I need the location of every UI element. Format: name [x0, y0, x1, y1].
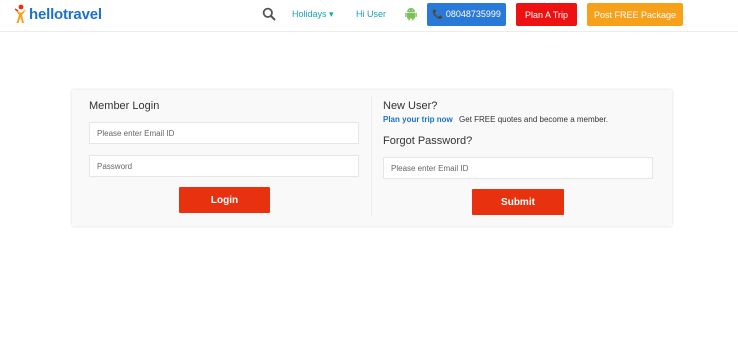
login-button[interactable]: Login [179, 187, 270, 213]
submit-button[interactable]: Submit [472, 189, 564, 215]
login-password-input[interactable] [89, 155, 359, 177]
plan-a-trip-button[interactable]: Plan A Trip [516, 3, 577, 26]
nav-hi-user[interactable]: Hi User [356, 9, 386, 19]
new-user-note: Plan your trip now Get FREE quotes and b… [383, 115, 608, 124]
plan-your-trip-link[interactable]: Plan your trip now [383, 115, 453, 124]
brand-logo[interactable]: hellotravel [14, 3, 102, 25]
post-free-package-button[interactable]: Post FREE Package [587, 3, 683, 26]
travel-person-icon [14, 4, 26, 23]
forgot-password-title: Forgot Password? [383, 135, 473, 147]
nav-holidays-dropdown[interactable]: Holidays ▾ [292, 9, 334, 20]
login-email-input[interactable] [89, 122, 359, 144]
phone-button[interactable]: 📞 08048735999 [427, 3, 506, 26]
android-icon[interactable] [405, 7, 417, 21]
top-header: hellotravel Holidays ▾ Hi User 📞 0804873… [0, 0, 738, 32]
search-icon[interactable] [262, 7, 276, 21]
new-user-description: Get FREE quotes and become a member. [459, 115, 608, 124]
member-login-title: Member Login [89, 100, 160, 112]
card-divider [371, 96, 372, 216]
new-user-title: New User? [383, 100, 438, 112]
brand-name: hellotravel [29, 5, 102, 23]
forgot-email-input[interactable] [383, 157, 653, 179]
